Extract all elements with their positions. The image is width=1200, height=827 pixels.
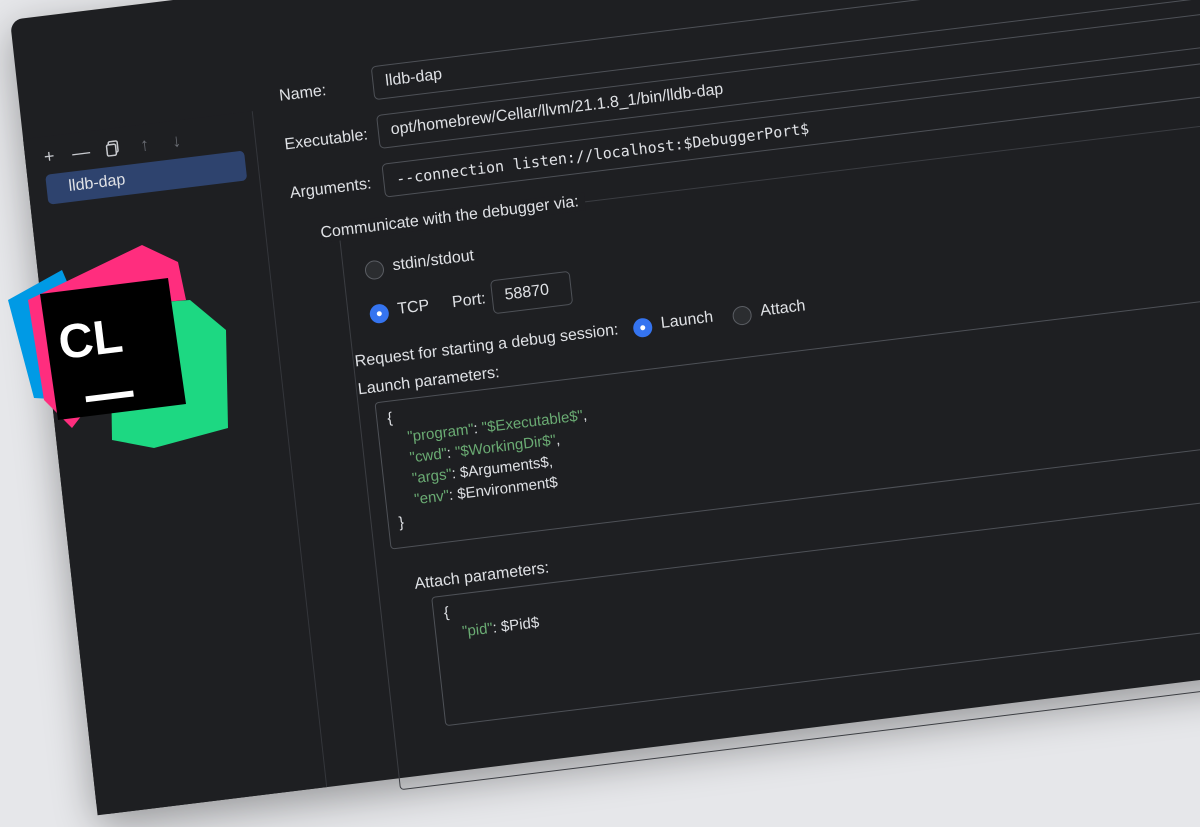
code-key: "cwd" bbox=[408, 445, 448, 467]
logo-text: CL bbox=[56, 310, 126, 370]
code-punctuation: , bbox=[547, 453, 554, 471]
code-key: "env" bbox=[413, 487, 450, 509]
name-label: Name: bbox=[278, 82, 328, 105]
tcp-label[interactable]: TCP bbox=[397, 297, 431, 319]
arguments-label: Arguments: bbox=[289, 175, 373, 203]
code-key: "args" bbox=[411, 465, 453, 488]
code-punctuation: , bbox=[581, 406, 588, 425]
code-punctuation: , bbox=[554, 431, 561, 449]
executable-label: Executable: bbox=[283, 126, 369, 154]
configuration-form: ↙ Name: lldb-dap Executable: opt/homebre… bbox=[254, 0, 1200, 791]
code-value: $Pid$ bbox=[500, 614, 541, 636]
clion-logo: CL bbox=[8, 245, 228, 448]
code-key: "pid" bbox=[461, 619, 494, 641]
